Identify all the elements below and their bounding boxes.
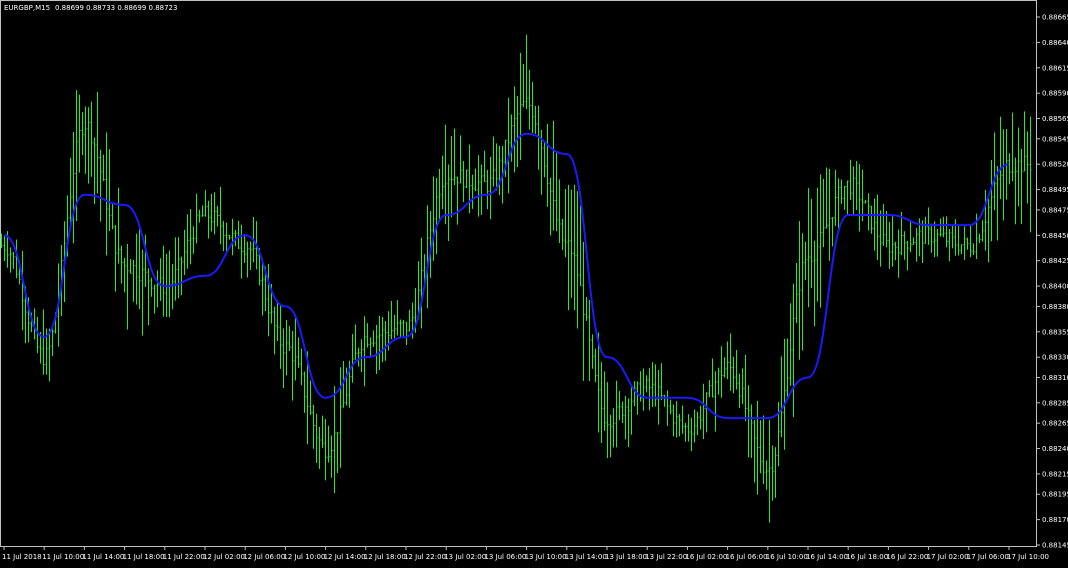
y-tick-label: 0.88240 [1042, 445, 1068, 453]
x-tick-label: 12 Jul 14:00 [324, 553, 366, 561]
y-tick-label: 0.88615 [1042, 64, 1068, 72]
y-tick-label: 0.88145 [1042, 542, 1068, 550]
x-tick-label: 16 Jul 14:00 [806, 553, 848, 561]
x-tick-label: 16 Jul 10:00 [766, 553, 808, 561]
x-tick-label: 17 Jul 06:00 [967, 553, 1009, 561]
x-tick-label: 13 Jul 06:00 [484, 553, 526, 561]
y-tick-label: 0.88380 [1042, 303, 1068, 311]
x-tick-label: 12 Jul 18:00 [364, 553, 406, 561]
y-tick-label: 0.88425 [1042, 257, 1068, 265]
y-tick-label: 0.88310 [1042, 374, 1068, 382]
x-tick-label: 13 Jul 10:00 [525, 553, 567, 561]
x-tick-label: 12 Jul 02:00 [203, 553, 245, 561]
y-tick-label: 0.88400 [1042, 283, 1068, 291]
x-tick-label: 11 Jul 10:00 [42, 553, 84, 561]
x-tick-label: 16 Jul 22:00 [886, 553, 928, 561]
x-tick-label: 12 Jul 10:00 [283, 553, 325, 561]
symbol-label: EURGBP,M15 [4, 4, 50, 12]
y-tick-label: 0.88565 [1042, 115, 1068, 123]
ohlc-readout: 0.88699 0.88733 0.88699 0.88723 [55, 4, 177, 12]
x-tick-label: 17 Jul 10:00 [1007, 553, 1049, 561]
x-tick-label: 13 Jul 02:00 [444, 553, 486, 561]
x-tick-label: 12 Jul 22:00 [404, 553, 446, 561]
y-tick-label: 0.88475 [1042, 206, 1068, 214]
y-tick-label: 0.88495 [1042, 186, 1068, 194]
x-tick-label: 11 Jul 22:00 [163, 553, 205, 561]
y-tick-label: 0.88665 [1042, 14, 1068, 22]
y-tick-label: 0.88215 [1042, 470, 1068, 478]
x-tick-label: 11 Jul 2018 [2, 553, 42, 561]
y-tick-label: 0.88355 [1042, 328, 1068, 336]
y-tick-label: 0.88590 [1042, 90, 1068, 98]
y-tick-label: 0.88195 [1042, 491, 1068, 499]
y-tick-label: 0.88545 [1042, 135, 1068, 143]
y-tick-label: 0.88520 [1042, 161, 1068, 169]
x-tick-label: 16 Jul 18:00 [846, 553, 888, 561]
y-tick-label: 0.88170 [1042, 516, 1068, 524]
x-tick-label: 11 Jul 14:00 [82, 553, 124, 561]
x-tick-label: 13 Jul 22:00 [645, 553, 687, 561]
y-tick-label: 0.88330 [1042, 354, 1068, 362]
x-tick-label: 16 Jul 06:00 [726, 553, 768, 561]
x-tick-label: 13 Jul 18:00 [605, 553, 647, 561]
x-tick-label: 11 Jul 18:00 [123, 553, 165, 561]
x-tick-label: 16 Jul 02:00 [685, 553, 727, 561]
x-tick-label: 13 Jul 14:00 [565, 553, 607, 561]
y-tick-label: 0.88285 [1042, 399, 1068, 407]
x-tick-label: 17 Jul 02:00 [927, 553, 969, 561]
y-tick-label: 0.88640 [1042, 39, 1068, 47]
chart-canvas[interactable]: EURGBP,M15 0.88699 0.88733 0.88699 0.887… [0, 0, 1068, 564]
price-chart[interactable]: EURGBP,M15 0.88699 0.88733 0.88699 0.887… [0, 0, 1068, 564]
y-tick-label: 0.88450 [1042, 232, 1068, 240]
x-tick-label: 12 Jul 06:00 [243, 553, 285, 561]
y-tick-label: 0.88265 [1042, 420, 1068, 428]
